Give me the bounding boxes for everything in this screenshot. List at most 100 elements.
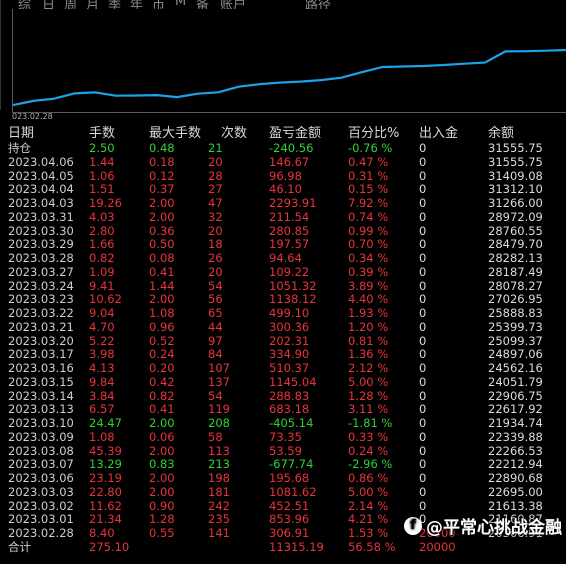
tab-note[interactable]: 备 xyxy=(196,0,209,9)
header-balance[interactable]: 余额 xyxy=(488,125,514,142)
table-row[interactable]: 2023.04.04 1.51 0.37 27 46.10 0.15 % 0 31312.10 xyxy=(8,182,566,197)
cell-pnl: 1081.62 xyxy=(269,484,317,499)
cell-pnl: -677.74 xyxy=(269,457,314,472)
table-row[interactable]: 2023.04.05 1.06 0.12 28 96.98 0.31 % 0 31409.08 xyxy=(8,168,566,184)
cell-pnl: 46.10 xyxy=(269,182,302,197)
cell-lots: 1.51 xyxy=(89,182,115,197)
tab-overview[interactable]: 综 xyxy=(18,0,31,9)
cell-flow: 0 xyxy=(419,484,427,499)
table-row[interactable]: 2023.03.03 22.80 2.00 181 1081.62 5.00 % 0 2269… xyxy=(8,484,566,500)
cell-lots: 3.84 xyxy=(89,388,115,403)
header-pnl[interactable]: 盈亏金额 xyxy=(269,125,321,142)
total-row[interactable]: 合计 275.10 11315.19 56.58 % 20000 xyxy=(8,539,566,555)
table-row[interactable]: 2023.03.20 5.22 0.52 97 202.31 0.81 % 0 25099.3… xyxy=(8,333,566,349)
cell-date: 2023.03.03 xyxy=(8,484,74,499)
cell-count: 20 xyxy=(208,264,223,279)
cell-balance: 21613.38 xyxy=(488,498,543,513)
position-row[interactable]: 持仓 2.50 0.48 21 -240.56 -0.76 % 0 31555.… xyxy=(8,141,566,156)
cell-date: 2023.03.01 xyxy=(8,512,74,527)
cell-percent: 0.34 % xyxy=(348,251,389,265)
tab-month[interactable]: 月 xyxy=(86,0,99,9)
cell-max-lots: 0.12 xyxy=(149,168,175,183)
table-row[interactable]: 2023.03.22 9.04 1.08 65 499.10 1.93 % 0 25888.8… xyxy=(8,306,566,321)
table-row[interactable]: 2023.03.24 9.41 1.44 54 1051.32 3.89 % 0 28078.… xyxy=(8,279,566,294)
cell-lots: 23.19 xyxy=(89,471,122,485)
table-row[interactable]: 2023.03.02 11.62 0.90 242 452.51 2.14 % 0 21613… xyxy=(8,498,566,514)
daily-stats-table: 日期 手数 最大手数 次数 盈亏金额 百分比% 出入金 余额 持仓 2.50 0… xyxy=(8,125,566,555)
tab-currency[interactable]: 币 xyxy=(152,0,165,9)
cell-percent: 5.00 % xyxy=(348,374,389,389)
cell-balance: 24562.16 xyxy=(488,361,543,375)
cell-balance: 25399.73 xyxy=(488,319,543,334)
cell-lots: 13.29 xyxy=(89,457,122,472)
cell-lots: 2.80 xyxy=(89,223,115,238)
cell-max-lots: 2.00 xyxy=(149,292,175,307)
table-row[interactable]: 2023.03.31 4.03 2.00 32 211.54 0.74 % 0 28972.0… xyxy=(8,209,566,225)
cell-lots: 3.98 xyxy=(89,347,115,362)
cell-lots: 6.57 xyxy=(89,402,115,417)
table-row[interactable]: 2023.04.06 1.44 0.18 20 146.67 0.47 % 0 31555.7… xyxy=(8,154,566,170)
header-percent[interactable]: 百分比% xyxy=(348,125,399,142)
tab-m[interactable]: M xyxy=(175,0,186,9)
cell-lots: 275.10 xyxy=(89,539,130,554)
tab-quarter[interactable]: 季 xyxy=(108,0,121,9)
table-row[interactable]: 2023.03.07 13.29 0.83 213 -677.74 -2.96 % 0 222… xyxy=(8,457,566,472)
cell-percent: 5.00 % xyxy=(348,484,389,499)
table-row[interactable]: 2023.04.03 19.26 2.00 47 2293.91 7.92 % 0 31266… xyxy=(8,196,566,211)
cell-date: 2023.03.15 xyxy=(8,374,74,389)
tab-day[interactable]: 日 xyxy=(42,0,55,9)
cell-flow: 0 xyxy=(419,443,427,458)
cell-date: 2023.03.31 xyxy=(8,209,74,224)
cell-max-lots: 1.28 xyxy=(149,512,175,527)
tab-path[interactable]: 路径 xyxy=(305,0,331,9)
cell-count: 242 xyxy=(208,498,230,513)
tab-week[interactable]: 周 xyxy=(64,0,77,9)
header-count[interactable]: 次数 xyxy=(221,125,247,142)
table-row[interactable]: 2023.03.08 45.39 2.00 113 53.59 0.24 % 0 22266.… xyxy=(8,443,566,459)
cell-pnl: 146.67 xyxy=(269,154,310,169)
table-row[interactable]: 2023.03.23 10.62 2.00 56 1138.12 4.40 % 0 27026… xyxy=(8,292,566,307)
header-lots[interactable]: 手数 xyxy=(89,125,115,142)
tab-account[interactable]: 账户 xyxy=(220,0,246,9)
table-row[interactable]: 2023.03.17 3.98 0.24 84 334.90 1.36 % 0 24897.0… xyxy=(8,347,566,362)
table-row[interactable]: 2023.03.10 24.47 2.00 208 -405.14 -1.81 % 0 219… xyxy=(8,416,566,431)
table-row[interactable]: 2023.03.21 4.70 0.96 44 300.36 1.20 % 0 25399.7… xyxy=(8,319,566,335)
watermark: f @平常心挑战金融 xyxy=(404,513,562,538)
cell-count: 97 xyxy=(208,333,223,348)
cell-count: 65 xyxy=(208,306,223,320)
cell-percent: 0.33 % xyxy=(348,429,389,444)
table-row[interactable]: 2023.03.14 3.84 0.82 54 288.83 1.28 % 0 22906.7… xyxy=(8,388,566,404)
cell-lots: 1.44 xyxy=(89,154,115,169)
tab-year[interactable]: 年 xyxy=(130,0,143,9)
cell-count: 20 xyxy=(208,223,223,238)
cell-flow: 20000 xyxy=(419,539,456,554)
table-row[interactable]: 2023.03.30 2.80 0.36 20 280.85 0.99 % 0 28760.5… xyxy=(8,223,566,239)
cell-flow: 0 xyxy=(419,498,427,513)
cell-flow: 0 xyxy=(419,319,427,334)
table-row[interactable]: 2023.03.15 9.84 0.42 137 1145.04 5.00 % 0 24051… xyxy=(8,374,566,390)
cell-max-lots: 1.08 xyxy=(149,306,175,320)
cell-lots: 1.08 xyxy=(89,429,115,444)
table-row[interactable]: 2023.03.28 0.82 0.08 26 94.64 0.34 % 0 28282.13 xyxy=(8,251,566,266)
cell-max-lots: 0.37 xyxy=(149,182,175,197)
header-date[interactable]: 日期 xyxy=(8,125,34,142)
cell-date: 2023.02.28 xyxy=(8,526,74,540)
cell-balance: 28479.70 xyxy=(488,237,543,252)
table-row[interactable]: 2023.03.29 1.66 0.50 18 197.57 0.70 % 0 28479.7… xyxy=(8,237,566,252)
cell-date: 2023.04.06 xyxy=(8,154,74,169)
table-row[interactable]: 2023.03.06 23.19 2.00 198 195.68 0.86 % 0 22890… xyxy=(8,471,566,486)
cell-pnl: -240.56 xyxy=(269,141,314,155)
table-row[interactable]: 2023.03.16 4.13 0.20 107 510.37 2.12 % 0 24562.… xyxy=(8,361,566,376)
header-max-lots[interactable]: 最大手数 xyxy=(149,125,201,142)
facebook-icon: f xyxy=(404,516,422,535)
cell-count: 21 xyxy=(208,141,223,155)
table-row[interactable]: 2023.03.09 1.08 0.06 58 73.35 0.33 % 0 22339.88 xyxy=(8,429,566,445)
table-row[interactable]: 2023.03.27 1.09 0.41 20 109.22 0.39 % 0 28187.4… xyxy=(8,264,566,280)
header-flow[interactable]: 出入金 xyxy=(419,125,458,142)
cell-max-lots: 2.00 xyxy=(149,196,175,210)
cell-pnl: 73.35 xyxy=(269,429,302,444)
cell-max-lots: 2.00 xyxy=(149,443,175,458)
table-row[interactable]: 2023.03.13 6.57 0.41 119 683.18 3.11 % 0 22617.… xyxy=(8,402,566,417)
cell-percent: -1.81 % xyxy=(348,416,393,430)
cell-lots: 19.26 xyxy=(89,196,122,210)
